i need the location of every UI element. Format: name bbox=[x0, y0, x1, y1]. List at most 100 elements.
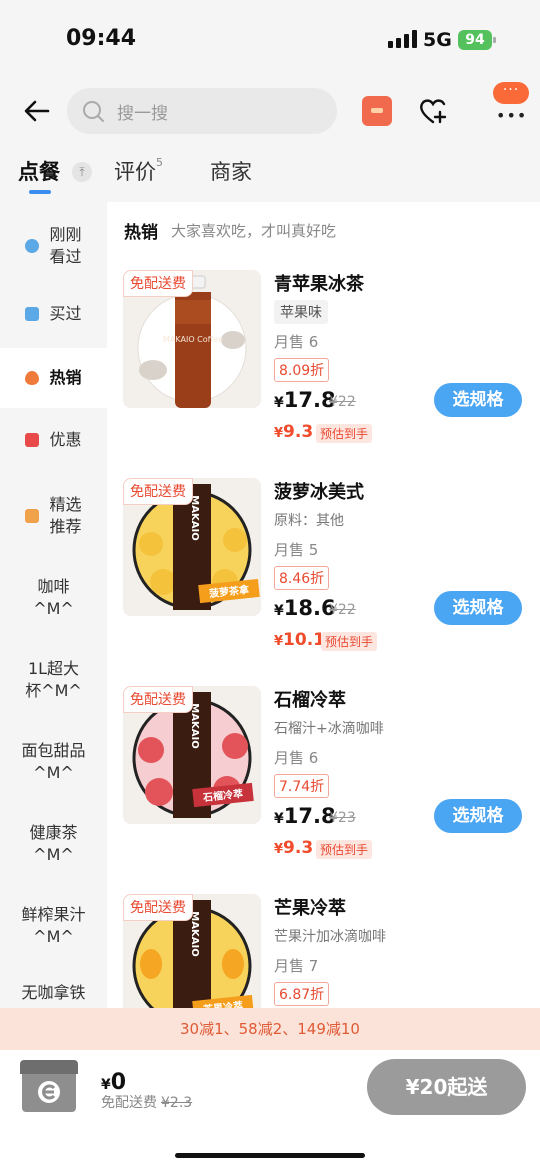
product-description: 原料：其他 bbox=[274, 513, 344, 529]
monthly-sales: 月售 6 bbox=[274, 749, 319, 767]
delivery-original-fee: ¥2.3 bbox=[161, 1095, 193, 1111]
final-currency: ¥ bbox=[274, 426, 284, 441]
section-subtitle: 大家喜欢吃，才叫真好吃 bbox=[171, 222, 337, 240]
final-price: ¥9.3 bbox=[274, 838, 313, 858]
monthly-sales: 月售 6 bbox=[274, 333, 319, 351]
price-currency: ¥ bbox=[274, 603, 284, 619]
discount-badge: 8.09折 bbox=[274, 358, 330, 382]
product-flavor-tag: 苹果味 bbox=[274, 300, 328, 324]
sidebar-item-label: 热销 bbox=[49, 368, 82, 387]
sidebar-item-decaf-latte[interactable]: 无咖拿铁 bbox=[0, 978, 107, 1008]
pin-top-icon[interactable]: ⤒ bbox=[72, 162, 92, 182]
sidebar-item-deals[interactable]: 优惠 bbox=[0, 420, 107, 460]
tab-merchant[interactable]: 商家 bbox=[210, 156, 252, 186]
final-value: 10.1 bbox=[283, 630, 325, 650]
product-price: ¥17.8 bbox=[274, 804, 336, 828]
more-menu-button[interactable]: ··· bbox=[493, 82, 529, 104]
sidebar-item-1l-cup[interactable]: 1L超大 杯^M^ bbox=[0, 650, 107, 710]
delivery-fee: 免配送费 ¥2.3 bbox=[101, 1092, 192, 1112]
checkout-button[interactable]: ¥20起送 bbox=[367, 1059, 526, 1115]
final-price: ¥10.1 bbox=[274, 630, 325, 650]
thumb-up-icon bbox=[25, 509, 40, 523]
price-currency: ¥ bbox=[274, 395, 284, 411]
select-spec-button[interactable]: 选规格 bbox=[434, 591, 522, 625]
section-title: 热销 bbox=[124, 223, 158, 243]
discount-badge: 7.74折 bbox=[274, 774, 330, 798]
search-icon bbox=[83, 101, 104, 122]
tab-reviews[interactable]: 评价5 bbox=[114, 156, 163, 186]
final-value: 9.3 bbox=[283, 838, 314, 858]
product-list: 热销 大家喜欢吃，才叫真好吃 MAKAIO Coffee 免配送费 青苹果冰茶 … bbox=[107, 202, 540, 1008]
original-price: ¥22 bbox=[329, 394, 356, 410]
signal-icon bbox=[388, 30, 417, 48]
free-delivery-badge: 免配送费 bbox=[123, 686, 193, 713]
cart-bar: ¥0 免配送费 ¥2.3 ¥20起送 bbox=[0, 1050, 540, 1171]
free-delivery-badge: 免配送费 bbox=[123, 478, 193, 505]
network-type: 5G bbox=[423, 29, 452, 51]
estimated-label: 预估到手 bbox=[316, 840, 373, 859]
sidebar-item-label: 刚刚 看过 bbox=[49, 225, 82, 266]
sidebar-item-label: 优惠 bbox=[49, 430, 82, 449]
active-tab-indicator bbox=[29, 190, 51, 194]
product-card[interactable]: MAKAIO Coffee 免配送费 青苹果冰茶 苹果味 月售 6 8.09折 … bbox=[107, 270, 540, 470]
top-header: 搜一搜 ··· ••• bbox=[0, 80, 540, 148]
select-spec-button[interactable]: 选规格 bbox=[434, 799, 522, 833]
sidebar-item-bakery[interactable]: 面包甜品 ^M^ bbox=[0, 732, 107, 792]
original-price: ¥22 bbox=[329, 602, 356, 618]
total-currency: ¥ bbox=[101, 1077, 111, 1093]
more-dots-icon[interactable]: ••• bbox=[496, 106, 527, 125]
free-delivery-badge: 免配送费 bbox=[123, 894, 193, 921]
product-price: ¥18.6 bbox=[274, 596, 336, 620]
price-currency: ¥ bbox=[274, 811, 284, 827]
product-name: 芒果冷萃 bbox=[274, 898, 346, 919]
free-delivery-badge: 免配送费 bbox=[123, 270, 193, 297]
sidebar-item-coffee[interactable]: 咖啡 ^M^ bbox=[0, 568, 107, 628]
product-card[interactable]: MAKAIO 芒果冷萃 免配送费 芒果冷萃 芒果汁加冰滴咖啡 月售 7 6.87… bbox=[107, 894, 540, 1008]
sidebar-item-bought[interactable]: 买过 bbox=[0, 294, 107, 334]
final-currency: ¥ bbox=[274, 842, 284, 857]
sidebar-item-juice[interactable]: 鲜榨果汁 ^M^ bbox=[0, 896, 107, 956]
promo-banner[interactable]: 30减1、58减2、149减10 bbox=[0, 1008, 540, 1050]
flame-icon bbox=[25, 371, 40, 385]
status-bar: 09:44 5G 94 bbox=[0, 0, 540, 80]
bag-icon bbox=[25, 307, 40, 321]
product-price: ¥17.8 bbox=[274, 388, 336, 412]
discount-badge: 6.87折 bbox=[274, 982, 330, 1006]
sidebar-item-label: 精选 推荐 bbox=[49, 495, 82, 536]
product-description: 石榴汁+冰滴咖啡 bbox=[274, 721, 384, 737]
status-time: 09:44 bbox=[66, 26, 137, 51]
estimated-label: 预估到手 bbox=[316, 424, 373, 443]
product-name: 青苹果冰茶 bbox=[274, 274, 364, 295]
eye-icon bbox=[25, 239, 40, 253]
sidebar-item-hot[interactable]: 热销 bbox=[0, 348, 107, 408]
bottle-brand-text: MAKAIO Coffee bbox=[163, 335, 223, 344]
delivery-label: 免配送费 bbox=[101, 1095, 157, 1111]
discount-badge: 8.46折 bbox=[274, 566, 330, 590]
search-input[interactable]: 搜一搜 bbox=[67, 88, 337, 134]
back-arrow-icon[interactable] bbox=[22, 96, 52, 126]
product-card[interactable]: MAKAIO 石榴冷萃 免配送费 石榴冷萃 石榴汁+冰滴咖啡 月售 6 7.74… bbox=[107, 686, 540, 886]
home-indicator[interactable] bbox=[175, 1153, 365, 1158]
tab-order[interactable]: 点餐 bbox=[18, 156, 60, 186]
sidebar-item-recently-viewed[interactable]: 刚刚 看过 bbox=[0, 216, 107, 276]
favorite-heart-icon[interactable] bbox=[418, 96, 450, 126]
estimated-label: 预估到手 bbox=[321, 632, 378, 651]
shopping-box-icon[interactable] bbox=[18, 1058, 80, 1114]
original-price: ¥23 bbox=[329, 810, 356, 826]
sidebar-item-featured[interactable]: 精选 推荐 bbox=[0, 486, 107, 546]
battery-icon: 94 bbox=[458, 30, 496, 50]
select-spec-button[interactable]: 选规格 bbox=[434, 383, 522, 417]
sidebar-item-tea[interactable]: 健康茶 ^M^ bbox=[0, 814, 107, 874]
coupon-icon bbox=[25, 433, 40, 447]
sidebar-item-label: 买过 bbox=[49, 304, 82, 323]
red-packet-icon[interactable] bbox=[362, 96, 392, 126]
price-value: 18.6 bbox=[283, 596, 336, 620]
product-card[interactable]: MAKAIO 菠萝茶拿 免配送费 菠萝冰美式 原料：其他 月售 5 8.46折 … bbox=[107, 478, 540, 678]
product-name: 石榴冷萃 bbox=[274, 690, 346, 711]
product-description: 芒果汁加冰滴咖啡 bbox=[274, 929, 386, 945]
category-sidebar: 刚刚 看过 买过 热销 优惠 精选 推荐 咖啡 ^M^ 1L超大 杯^M^ 面包… bbox=[0, 202, 107, 1008]
tab-bar: 点餐 ⤒ 评价5 商家 bbox=[0, 148, 540, 202]
monthly-sales: 月售 5 bbox=[274, 541, 319, 559]
tab-reviews-count: 5 bbox=[156, 156, 163, 169]
search-placeholder: 搜一搜 bbox=[117, 103, 168, 124]
